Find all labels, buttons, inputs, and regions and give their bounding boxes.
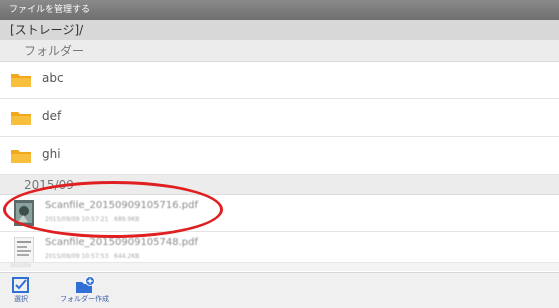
section-header-files: 2015/09 (0, 175, 559, 195)
folder-row-def[interactable]: def (0, 100, 559, 137)
image-thumbnail-icon (14, 200, 34, 226)
file-size: 689.9KB (114, 216, 140, 223)
file-name: Scanfile_20150909105716.pdf (45, 200, 199, 211)
new-folder-button[interactable]: フォルダー作成 (60, 276, 109, 304)
folder-label: abc (42, 71, 64, 85)
folder-label: ghi (42, 147, 61, 161)
folder-row-abc[interactable]: abc (0, 62, 559, 99)
document-thumbnail-icon (14, 237, 34, 263)
file-date: 2015/09/09 10:57:53 (45, 253, 109, 260)
bottom-toolbar: 選択 フォルダー作成 (0, 272, 559, 308)
faded-label: 2015/09 (10, 263, 31, 269)
file-name: Scanfile_20150909105748.pdf (45, 237, 199, 248)
faded-section-header: 2015/09 (0, 262, 559, 271)
section-header-folders: フォルダー (0, 40, 559, 62)
breadcrumb: [ストレージ]/ (0, 20, 559, 40)
folder-icon (11, 74, 31, 87)
file-meta: 2015/09/09 10:57:53 644.2KB (45, 253, 139, 260)
select-label: 選択 (14, 295, 28, 303)
folder-icon (11, 150, 31, 163)
checkbox-icon (12, 277, 29, 293)
file-meta: 2015/09/09 10:57:21 689.9KB (45, 216, 139, 223)
window-title: ファイルを管理する (0, 0, 559, 20)
file-row[interactable]: Scanfile_20150909105716.pdf 2015/09/09 1… (0, 195, 559, 232)
file-size: 644.2KB (114, 253, 140, 260)
select-button[interactable]: 選択 (11, 276, 31, 304)
new-folder-label: フォルダー作成 (60, 295, 109, 303)
folder-label: def (42, 109, 62, 123)
folder-row-ghi[interactable]: ghi (0, 138, 559, 175)
file-date: 2015/09/09 10:57:21 (45, 216, 109, 223)
new-folder-icon (75, 276, 95, 293)
folder-icon (11, 112, 31, 125)
